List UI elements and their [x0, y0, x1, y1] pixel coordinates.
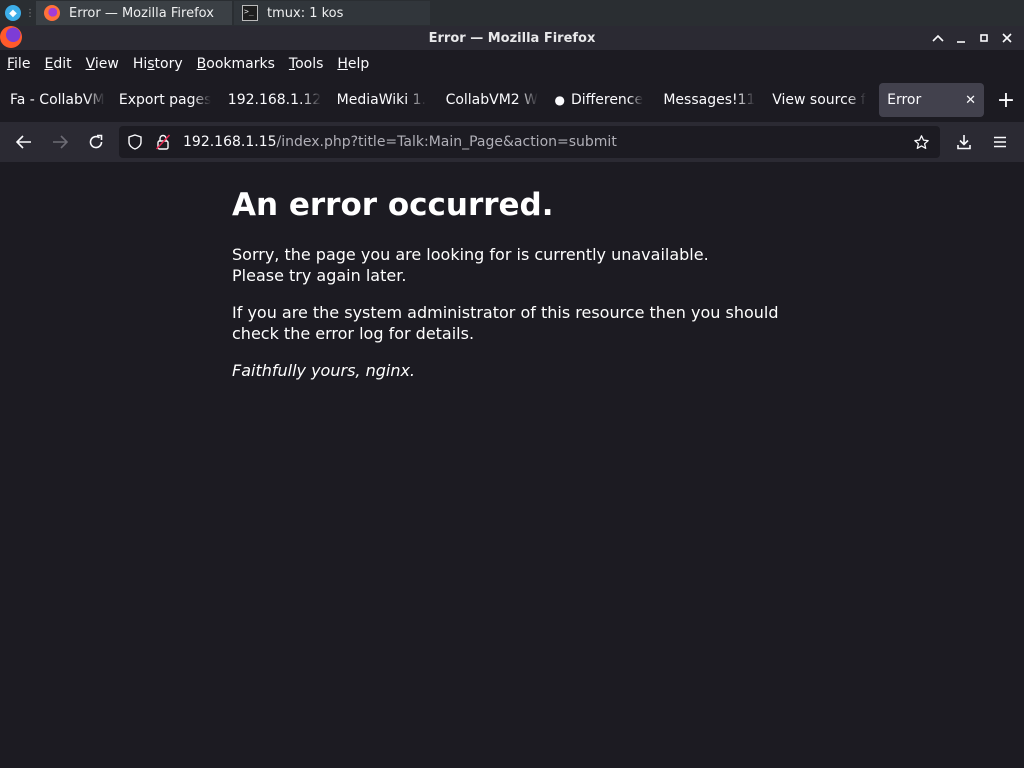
forward-arrow-icon — [53, 135, 68, 149]
tab-label: Difference — [570, 92, 644, 108]
os-taskbar: ◆ ⋮ Error — Mozilla Firefox >_ tmux: 1 k… — [0, 0, 1024, 26]
taskbar-grip-icon: ⋮ — [25, 7, 35, 19]
firefox-icon — [44, 5, 60, 21]
reload-button[interactable] — [78, 126, 114, 158]
star-icon — [913, 134, 929, 149]
menu-tools[interactable]: Tools — [289, 56, 324, 72]
chevron-up-icon — [931, 34, 944, 42]
tab-item[interactable]: Export pages — [113, 83, 222, 117]
app-menu-button[interactable] — [982, 126, 1018, 158]
maximize-button[interactable] — [972, 26, 995, 50]
maximize-icon — [979, 34, 988, 42]
download-icon — [957, 135, 971, 150]
close-window-button[interactable] — [995, 26, 1018, 50]
tab-label: View source f — [772, 92, 866, 108]
signature: Faithfully yours, nginx. — [232, 361, 416, 380]
error-article: An error occurred. Sorry, the page you a… — [232, 186, 812, 397]
taskbar-task-label: Error — Mozilla Firefox — [69, 5, 214, 21]
tab-item-selected[interactable]: Error ✕ — [879, 83, 985, 117]
menu-help[interactable]: Help — [337, 56, 369, 72]
menu-bookmarks[interactable]: Bookmarks — [197, 56, 275, 72]
tab-label: Fa - CollabVM — [10, 92, 105, 108]
taskbar-task-label: tmux: 1 kos — [267, 5, 344, 21]
apple-icon: ● — [554, 93, 565, 107]
admin-message: If you are the system administrator of t… — [232, 302, 812, 344]
tab-label: Export pages — [118, 92, 212, 108]
forward-button[interactable] — [42, 126, 78, 158]
tab-item[interactable]: ● Difference — [548, 83, 657, 117]
terminal-icon: >_ — [242, 5, 258, 21]
minimize-button[interactable] — [949, 26, 972, 50]
taskbar-task-firefox[interactable]: Error — Mozilla Firefox — [36, 1, 232, 25]
menu-edit[interactable]: Edit — [44, 56, 71, 72]
shield-icon[interactable] — [121, 126, 149, 158]
reload-icon — [89, 134, 103, 149]
tab-label: Messages!11 — [663, 92, 756, 108]
url-path: /index.php?title=Talk:Main_Page&action=s… — [276, 134, 617, 150]
menu-bar: File Edit View History Bookmarks Tools H… — [0, 50, 1024, 78]
page-content: An error occurred. Sorry, the page you a… — [0, 162, 1024, 768]
tab-item[interactable]: View source f — [766, 83, 875, 117]
insecure-lock-icon[interactable] — [149, 126, 177, 158]
tab-label: Error — [887, 92, 922, 108]
menu-file[interactable]: File — [7, 56, 30, 72]
tab-label: CollabVM2 W — [445, 92, 539, 108]
tab-label: MediaWiki 1. — [336, 92, 426, 108]
app-launcher-button[interactable]: ◆ — [0, 0, 26, 26]
tab-strip: Fa - CollabVM Export pages 192.168.1.12 … — [0, 78, 1024, 122]
taskbar-task-terminal[interactable]: >_ tmux: 1 kos — [234, 1, 430, 25]
back-arrow-icon — [16, 135, 31, 149]
new-tab-button[interactable]: + — [988, 83, 1024, 117]
tab-label: 192.168.1.12 — [227, 92, 322, 108]
plus-icon: + — [996, 87, 1016, 113]
tab-item[interactable]: MediaWiki 1. — [331, 83, 440, 117]
menu-history[interactable]: History — [133, 56, 183, 72]
close-icon — [1001, 33, 1012, 43]
keep-above-button[interactable] — [926, 26, 949, 50]
tab-item[interactable]: 192.168.1.12 — [222, 83, 331, 117]
url-host: 192.168.1.15 — [183, 134, 277, 150]
navigation-toolbar: 192.168.1.15/index.php?title=Talk:Main_P… — [0, 122, 1024, 162]
close-tab-icon[interactable]: ✕ — [965, 93, 976, 108]
downloads-button[interactable] — [946, 126, 982, 158]
firefox-icon[interactable] — [0, 26, 22, 48]
launcher-icon: ◆ — [5, 5, 21, 21]
error-message-line: Sorry, the page you are looking for is c… — [232, 245, 709, 264]
tab-item[interactable]: CollabVM2 W — [440, 83, 549, 117]
error-message-line: Please try again later. — [232, 266, 407, 285]
bookmark-star-button[interactable] — [908, 126, 934, 158]
window-titlebar: Error — Mozilla Firefox — [0, 26, 1024, 50]
tab-item[interactable]: Messages!11 — [657, 83, 766, 117]
back-button[interactable] — [6, 126, 42, 158]
error-message: Sorry, the page you are looking for is c… — [232, 244, 812, 286]
menu-view[interactable]: View — [86, 56, 119, 72]
tab-item[interactable]: Fa - CollabVM — [4, 83, 113, 117]
url-bar[interactable]: 192.168.1.15/index.php?title=Talk:Main_P… — [119, 126, 940, 158]
window-title: Error — Mozilla Firefox — [428, 30, 596, 46]
minimize-icon — [956, 41, 965, 43]
hamburger-menu-icon — [994, 136, 1006, 148]
admin-message-line: If you are the system administrator of t… — [232, 303, 779, 322]
admin-message-line: check the error log for details. — [232, 324, 475, 343]
page-title: An error occurred. — [232, 187, 554, 223]
